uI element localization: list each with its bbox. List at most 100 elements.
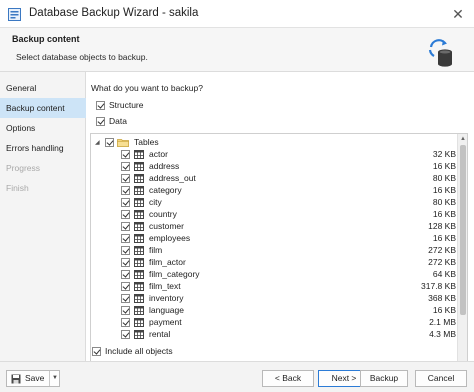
sidebar-item-errors-handling[interactable]: Errors handling: [0, 138, 86, 158]
table-row[interactable]: film_actor 272 KB: [91, 256, 457, 268]
tree-scrollbar[interactable]: ▲ ▼: [457, 134, 467, 392]
table-name: address: [149, 161, 180, 171]
include-all-option[interactable]: Include all objects: [92, 345, 173, 357]
scrollbar-thumb[interactable]: [460, 145, 466, 315]
table-grid-icon: [134, 149, 144, 159]
table-row[interactable]: category 16 KB: [91, 184, 457, 196]
table-grid-icon: [134, 197, 144, 207]
table-name: address_out: [149, 173, 196, 183]
page-title: Backup content: [12, 34, 80, 44]
row-checkbox[interactable]: [121, 149, 130, 159]
table-grid-icon: [134, 245, 144, 255]
row-checkbox[interactable]: [121, 305, 130, 315]
table-row[interactable]: address 16 KB: [91, 160, 457, 172]
table-name: employees: [149, 233, 191, 243]
table-grid-icon: [134, 293, 144, 303]
chevron-down-icon[interactable]: ▼: [49, 371, 60, 386]
table-name: film: [149, 245, 163, 255]
window-title: Database Backup Wizard - sakila: [29, 7, 199, 19]
row-checkbox[interactable]: [121, 197, 130, 207]
table-row[interactable]: rental 4.3 MB: [91, 328, 457, 340]
row-checkbox[interactable]: [121, 173, 130, 183]
database-sync-icon: [428, 39, 452, 67]
data-checkbox[interactable]: [96, 116, 105, 126]
table-name: payment: [149, 317, 182, 327]
table-grid-icon: [134, 329, 144, 339]
table-size: 272 KB: [428, 257, 456, 267]
wizard-sidebar: General Backup content Options Errors ha…: [0, 72, 86, 361]
table-name: city: [149, 197, 162, 207]
structure-label: Structure: [109, 100, 144, 110]
table-size: 32 KB: [432, 149, 456, 159]
table-row[interactable]: film 272 KB: [91, 244, 457, 256]
row-checkbox[interactable]: [121, 209, 130, 219]
table-row[interactable]: film_category 64 KB: [91, 268, 457, 280]
table-row[interactable]: city 80 KB: [91, 196, 457, 208]
data-label: Data: [109, 116, 127, 126]
sidebar-item-options[interactable]: Options: [0, 118, 86, 138]
structure-option[interactable]: Structure: [96, 99, 144, 111]
table-grid-icon: [134, 233, 144, 243]
table-row[interactable]: address_out 80 KB: [91, 172, 457, 184]
cancel-button[interactable]: Cancel: [415, 370, 467, 387]
table-grid-icon: [134, 269, 144, 279]
table-row[interactable]: customer 128 KB: [91, 220, 457, 232]
wizard-header: Backup content Select database objects t…: [0, 28, 474, 72]
tree-root-tables[interactable]: ◢ Tables: [91, 136, 457, 148]
close-button[interactable]: ✕: [447, 4, 469, 24]
table-row[interactable]: actor 32 KB: [91, 148, 457, 160]
table-name: film_category: [149, 269, 200, 279]
table-row[interactable]: country 16 KB: [91, 208, 457, 220]
row-checkbox[interactable]: [121, 293, 130, 303]
row-checkbox[interactable]: [121, 269, 130, 279]
table-grid-icon: [134, 257, 144, 267]
table-grid-icon: [134, 173, 144, 183]
table-grid-icon: [134, 221, 144, 231]
row-checkbox[interactable]: [121, 257, 130, 267]
table-size: 16 KB: [432, 161, 456, 171]
table-name: film_text: [149, 281, 181, 291]
table-row[interactable]: inventory 368 KB: [91, 292, 457, 304]
row-checkbox[interactable]: [121, 161, 130, 171]
row-checkbox[interactable]: [121, 281, 130, 291]
backup-button[interactable]: Backup: [360, 370, 408, 387]
table-grid-icon: [134, 209, 144, 219]
table-size: 80 KB: [432, 173, 456, 183]
table-size: 16 KB: [432, 305, 456, 315]
table-size: 80 KB: [432, 197, 456, 207]
table-size: 272 KB: [428, 245, 456, 255]
row-checkbox[interactable]: [121, 329, 130, 339]
include-all-label: Include all objects: [105, 346, 173, 356]
row-checkbox[interactable]: [121, 221, 130, 231]
scroll-up-icon[interactable]: ▲: [460, 136, 466, 142]
include-all-checkbox[interactable]: [92, 346, 101, 356]
collapse-triangle-icon[interactable]: ◢: [95, 139, 105, 146]
table-name: language: [149, 305, 184, 315]
tables-checkbox[interactable]: [105, 137, 114, 147]
row-checkbox[interactable]: [121, 317, 130, 327]
save-button[interactable]: Save: [25, 371, 44, 386]
table-grid-icon: [134, 281, 144, 291]
row-checkbox[interactable]: [121, 185, 130, 195]
table-row[interactable]: payment 2.1 MB: [91, 316, 457, 328]
table-size: 64 KB: [432, 269, 456, 279]
table-grid-icon: [134, 305, 144, 315]
row-checkbox[interactable]: [121, 245, 130, 255]
table-row[interactable]: language 16 KB: [91, 304, 457, 316]
structure-checkbox[interactable]: [96, 100, 105, 110]
table-row[interactable]: film_text 317.8 KB: [91, 280, 457, 292]
table-name: film_actor: [149, 257, 186, 267]
table-size: 128 KB: [428, 221, 456, 231]
data-option[interactable]: Data: [96, 115, 127, 127]
table-row[interactable]: employees 16 KB: [91, 232, 457, 244]
table-grid-icon: [134, 185, 144, 195]
table-grid-icon: [134, 317, 144, 327]
table-size: 4.3 MB: [429, 329, 456, 339]
sidebar-item-backup-content[interactable]: Backup content: [0, 98, 86, 118]
table-size: 16 KB: [432, 209, 456, 219]
row-checkbox[interactable]: [121, 233, 130, 243]
table-size: 2.1 MB: [429, 317, 456, 327]
save-split-button[interactable]: Save ▼: [6, 370, 60, 387]
back-button[interactable]: < Back: [262, 370, 314, 387]
sidebar-item-general[interactable]: General: [0, 78, 86, 98]
